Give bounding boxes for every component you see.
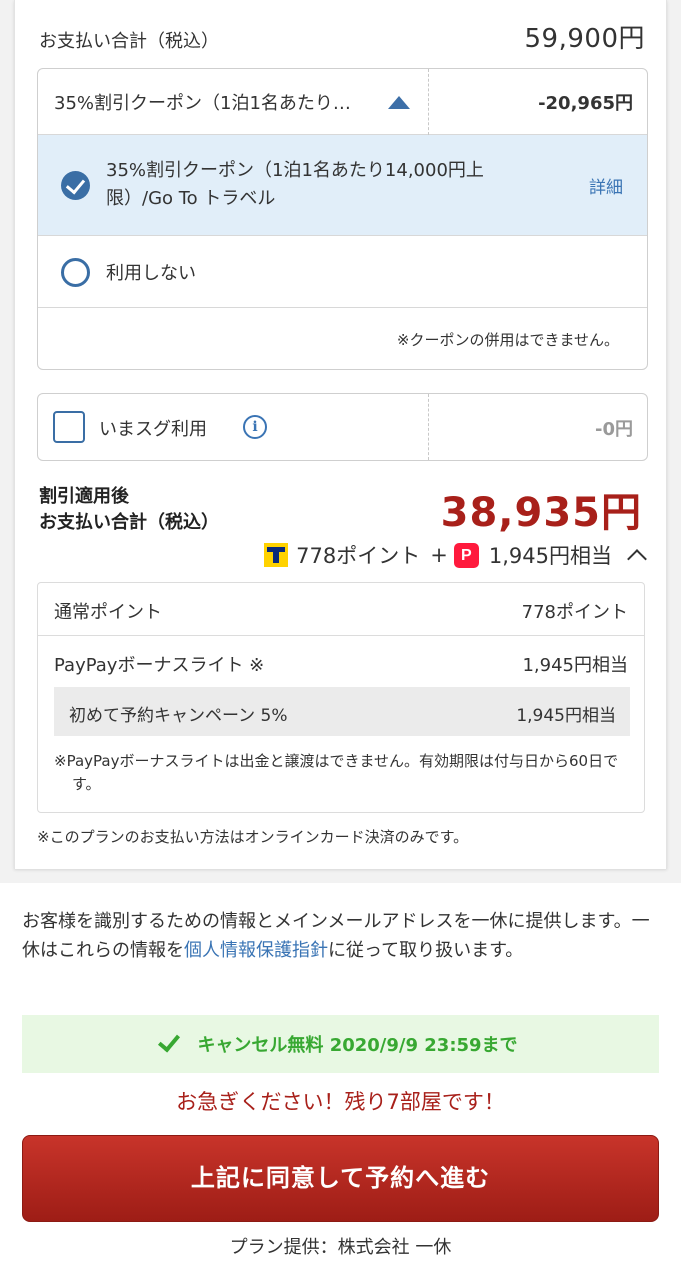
rooms-left-notice: お急ぎください！残り7部屋です！ [176,1090,505,1114]
breakdown-sub-value: 1,945円相当 [516,706,616,726]
free-cancel-text: キャンセル無料 2020/9/9 23:59まで [197,1035,518,1056]
breakdown-note: ※PayPayボーナスライトは出金と譲渡はできません。有効期限は付与日から60日… [54,752,619,793]
points-use-value: -0円 [595,419,633,440]
chevron-up-icon[interactable] [627,549,647,569]
triangle-up-icon[interactable] [388,96,410,109]
coupon-note: ※クーポンの併用はできません。 [396,331,619,349]
coupon-dropdown[interactable]: 35%割引クーポン（1泊1名あたり… -20,965円 [38,69,647,135]
coupon-option-label: 35%割引クーポン（1泊1名あたり14,000円上限）/Go To トラベル [106,160,484,209]
coupon-detail-link[interactable]: 詳細 [589,173,623,198]
privacy-text-after: に従って取り扱います。 [328,940,524,961]
info-icon[interactable]: i [243,415,267,439]
total-amount: 59,900円 [524,24,645,54]
breakdown-label: 通常ポイント [54,602,162,623]
after-discount-amount: 38,935円 [440,490,642,536]
check-circle-icon[interactable] [61,171,90,200]
coupon-option-label: 利用しない [106,263,196,284]
t-point-icon [264,543,289,567]
payment-method-note: ※このプランのお支払い方法はオンラインカード決済のみです。 [37,828,469,846]
points-use-row: いまスグ利用 i -0円 [37,393,648,461]
paypay-icon: P [453,542,479,568]
earned-paypay: 1,945円相当 [488,544,612,568]
total-row: お支払い合計（税込） 59,900円 [39,18,645,55]
after-discount-label-line1: 割引適用後 [39,486,129,507]
plan-provider: プラン提供：株式会社 一休 [229,1237,452,1258]
coupon-selector: 35%割引クーポン（1泊1名あたり… -20,965円 35%割引クーポン（1泊… [37,68,648,370]
breakdown-value: 1,945円相当 [522,655,628,676]
total-label: お支払い合計（税込） [39,31,219,52]
radio-button[interactable] [61,258,90,287]
breakdown-subrow: 初めて予約キャンペーン 5% 1,945円相当 [54,687,630,736]
after-discount-label: 割引適用後 お支払い合計（税込） [39,484,219,536]
divider [428,69,429,135]
divider [428,394,429,460]
breakdown-row: 通常ポイント 778ポイント [38,583,644,636]
plus-sign: + [430,543,448,567]
breakdown-sub-label: 初めて予約キャンペーン 5% [69,706,288,726]
coupon-option-none[interactable]: 利用しない [38,236,647,308]
breakdown-value: 778ポイント [521,602,628,623]
points-use-label: いまスグ利用 [99,419,207,440]
check-icon [158,1029,181,1053]
earned-t-points: 778ポイント [296,544,421,568]
points-breakdown: 通常ポイント 778ポイント PayPayボーナスライト ※ 1,945円相当 … [37,582,645,813]
free-cancel-banner: キャンセル無料 2020/9/9 23:59まで [22,1015,659,1073]
points-use-checkbox[interactable] [53,411,85,443]
coupon-selected-label: 35%割引クーポン（1泊1名あたり… [54,93,351,114]
breakdown-label: PayPayボーナスライト ※ [54,655,265,676]
privacy-text: お客様を識別するための情報とメインメールアドレスを一休に提供します。一休はこれら… [22,907,662,965]
privacy-policy-link[interactable]: 個人情報保護指針 [184,940,328,961]
earned-points-toggle[interactable]: 778ポイント + P 1,945円相当 [264,540,647,570]
coupon-option-goto[interactable]: 35%割引クーポン（1泊1名あたり14,000円上限）/Go To トラベル 詳… [38,135,647,236]
reserve-button[interactable]: 上記に同意して予約へ進む [22,1135,659,1222]
after-discount-label-line2: お支払い合計（税込） [39,512,219,533]
payment-summary-card: お支払い合計（税込） 59,900円 35%割引クーポン（1泊1名あたり… -2… [14,0,667,869]
agreement-section: お客様を識別するための情報とメインメールアドレスを一休に提供します。一休はこれら… [0,883,681,1265]
coupon-discount: -20,965円 [538,93,633,114]
